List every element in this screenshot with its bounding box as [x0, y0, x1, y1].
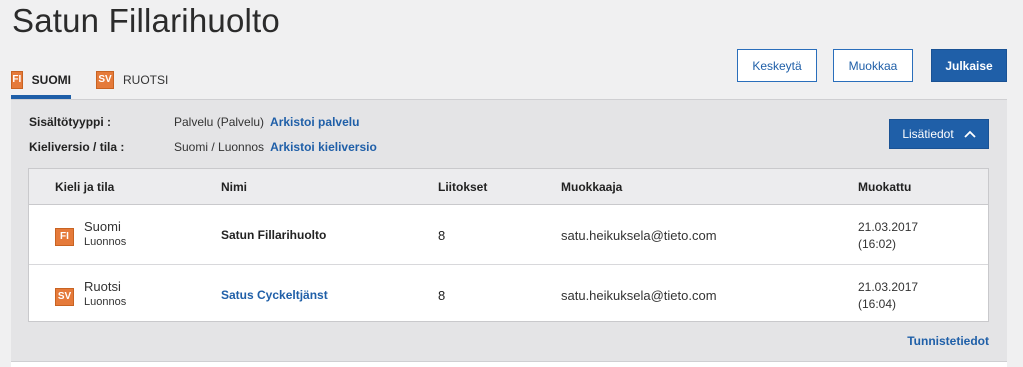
content-type-row: Sisältötyyppi : Palvelu (Palvelu) Arkist… — [29, 115, 359, 129]
page-title: Satun Fillarihuolto — [12, 2, 280, 39]
row-language: Ruotsi — [84, 279, 121, 294]
more-info-label: Lisätiedot — [902, 127, 954, 141]
row-modified: 21.03.2017 (16:04) — [858, 279, 918, 313]
archive-service-link[interactable]: Arkistoi palvelu — [270, 115, 359, 129]
row-status: Luonnos — [84, 296, 127, 308]
row-time: (16:02) — [858, 237, 897, 251]
row-links: 8 — [438, 228, 446, 243]
cancel-button[interactable]: Keskeytä — [737, 49, 817, 82]
language-version-label: Kieliversio / tila : — [29, 140, 125, 154]
row-name: Satun Fillarihuolto — [221, 228, 327, 242]
table-row: SV Ruotsi Luonnos Satus Cyckeltjänst 8 s… — [29, 265, 988, 324]
sv-badge-icon: SV — [96, 70, 114, 89]
fi-badge-icon: FI — [11, 70, 23, 89]
row-links: 8 — [438, 288, 446, 303]
language-version-row: Kieliversio / tila : Suomi / Luonnos Ark… — [29, 140, 377, 154]
tab-suomi[interactable]: FI SUOMI — [11, 62, 71, 99]
language-version-value: Suomi / Luonnos — [174, 140, 265, 154]
sv-badge-icon: SV — [55, 287, 74, 306]
tab-label: RUOTSI — [123, 72, 169, 87]
row-date: 21.03.2017 — [858, 220, 919, 234]
row-name-link[interactable]: Satus Cyckeltjänst — [221, 288, 328, 302]
table-row: FI Suomi Luonnos Satun Fillarihuolto 8 s… — [29, 205, 988, 265]
row-editor: satu.heikuksela@tieto.com — [561, 288, 717, 303]
divider — [11, 361, 1007, 367]
row-status: Luonnos — [84, 236, 127, 248]
chevron-up-icon — [964, 130, 976, 138]
column-header-language: Kieli ja tila — [55, 180, 115, 194]
archive-version-link[interactable]: Arkistoi kieliversio — [270, 140, 377, 154]
fi-badge-icon: FI — [55, 227, 74, 246]
row-date: 21.03.2017 — [858, 280, 919, 294]
more-info-button[interactable]: Lisätiedot — [889, 119, 989, 149]
row-modified: 21.03.2017 (16:02) — [858, 219, 918, 253]
tab-label: SUOMI — [31, 72, 71, 87]
content-type-value: Palvelu (Palvelu) — [174, 115, 265, 129]
content-panel: Sisältötyyppi : Palvelu (Palvelu) Arkist… — [11, 99, 1007, 362]
language-versions-table: Kieli ja tila Nimi Liitokset Muokkaaja M… — [28, 168, 989, 322]
content-type-label: Sisältötyyppi : — [29, 115, 112, 129]
row-time: (16:04) — [858, 297, 897, 311]
table-header: Kieli ja tila Nimi Liitokset Muokkaaja M… — [29, 169, 988, 205]
column-header-modified: Muokattu — [858, 180, 912, 194]
identifiers-link[interactable]: Tunnistetiedot — [907, 334, 989, 348]
row-language: Suomi — [84, 219, 121, 234]
publish-button[interactable]: Julkaise — [931, 49, 1007, 82]
tab-ruotsi[interactable]: SV RUOTSI — [96, 62, 176, 99]
column-header-name: Nimi — [221, 180, 248, 194]
edit-button[interactable]: Muokkaa — [833, 49, 913, 82]
row-editor: satu.heikuksela@tieto.com — [561, 228, 717, 243]
column-header-links: Liitokset — [438, 180, 488, 194]
column-header-editor: Muokkaaja — [561, 180, 623, 194]
